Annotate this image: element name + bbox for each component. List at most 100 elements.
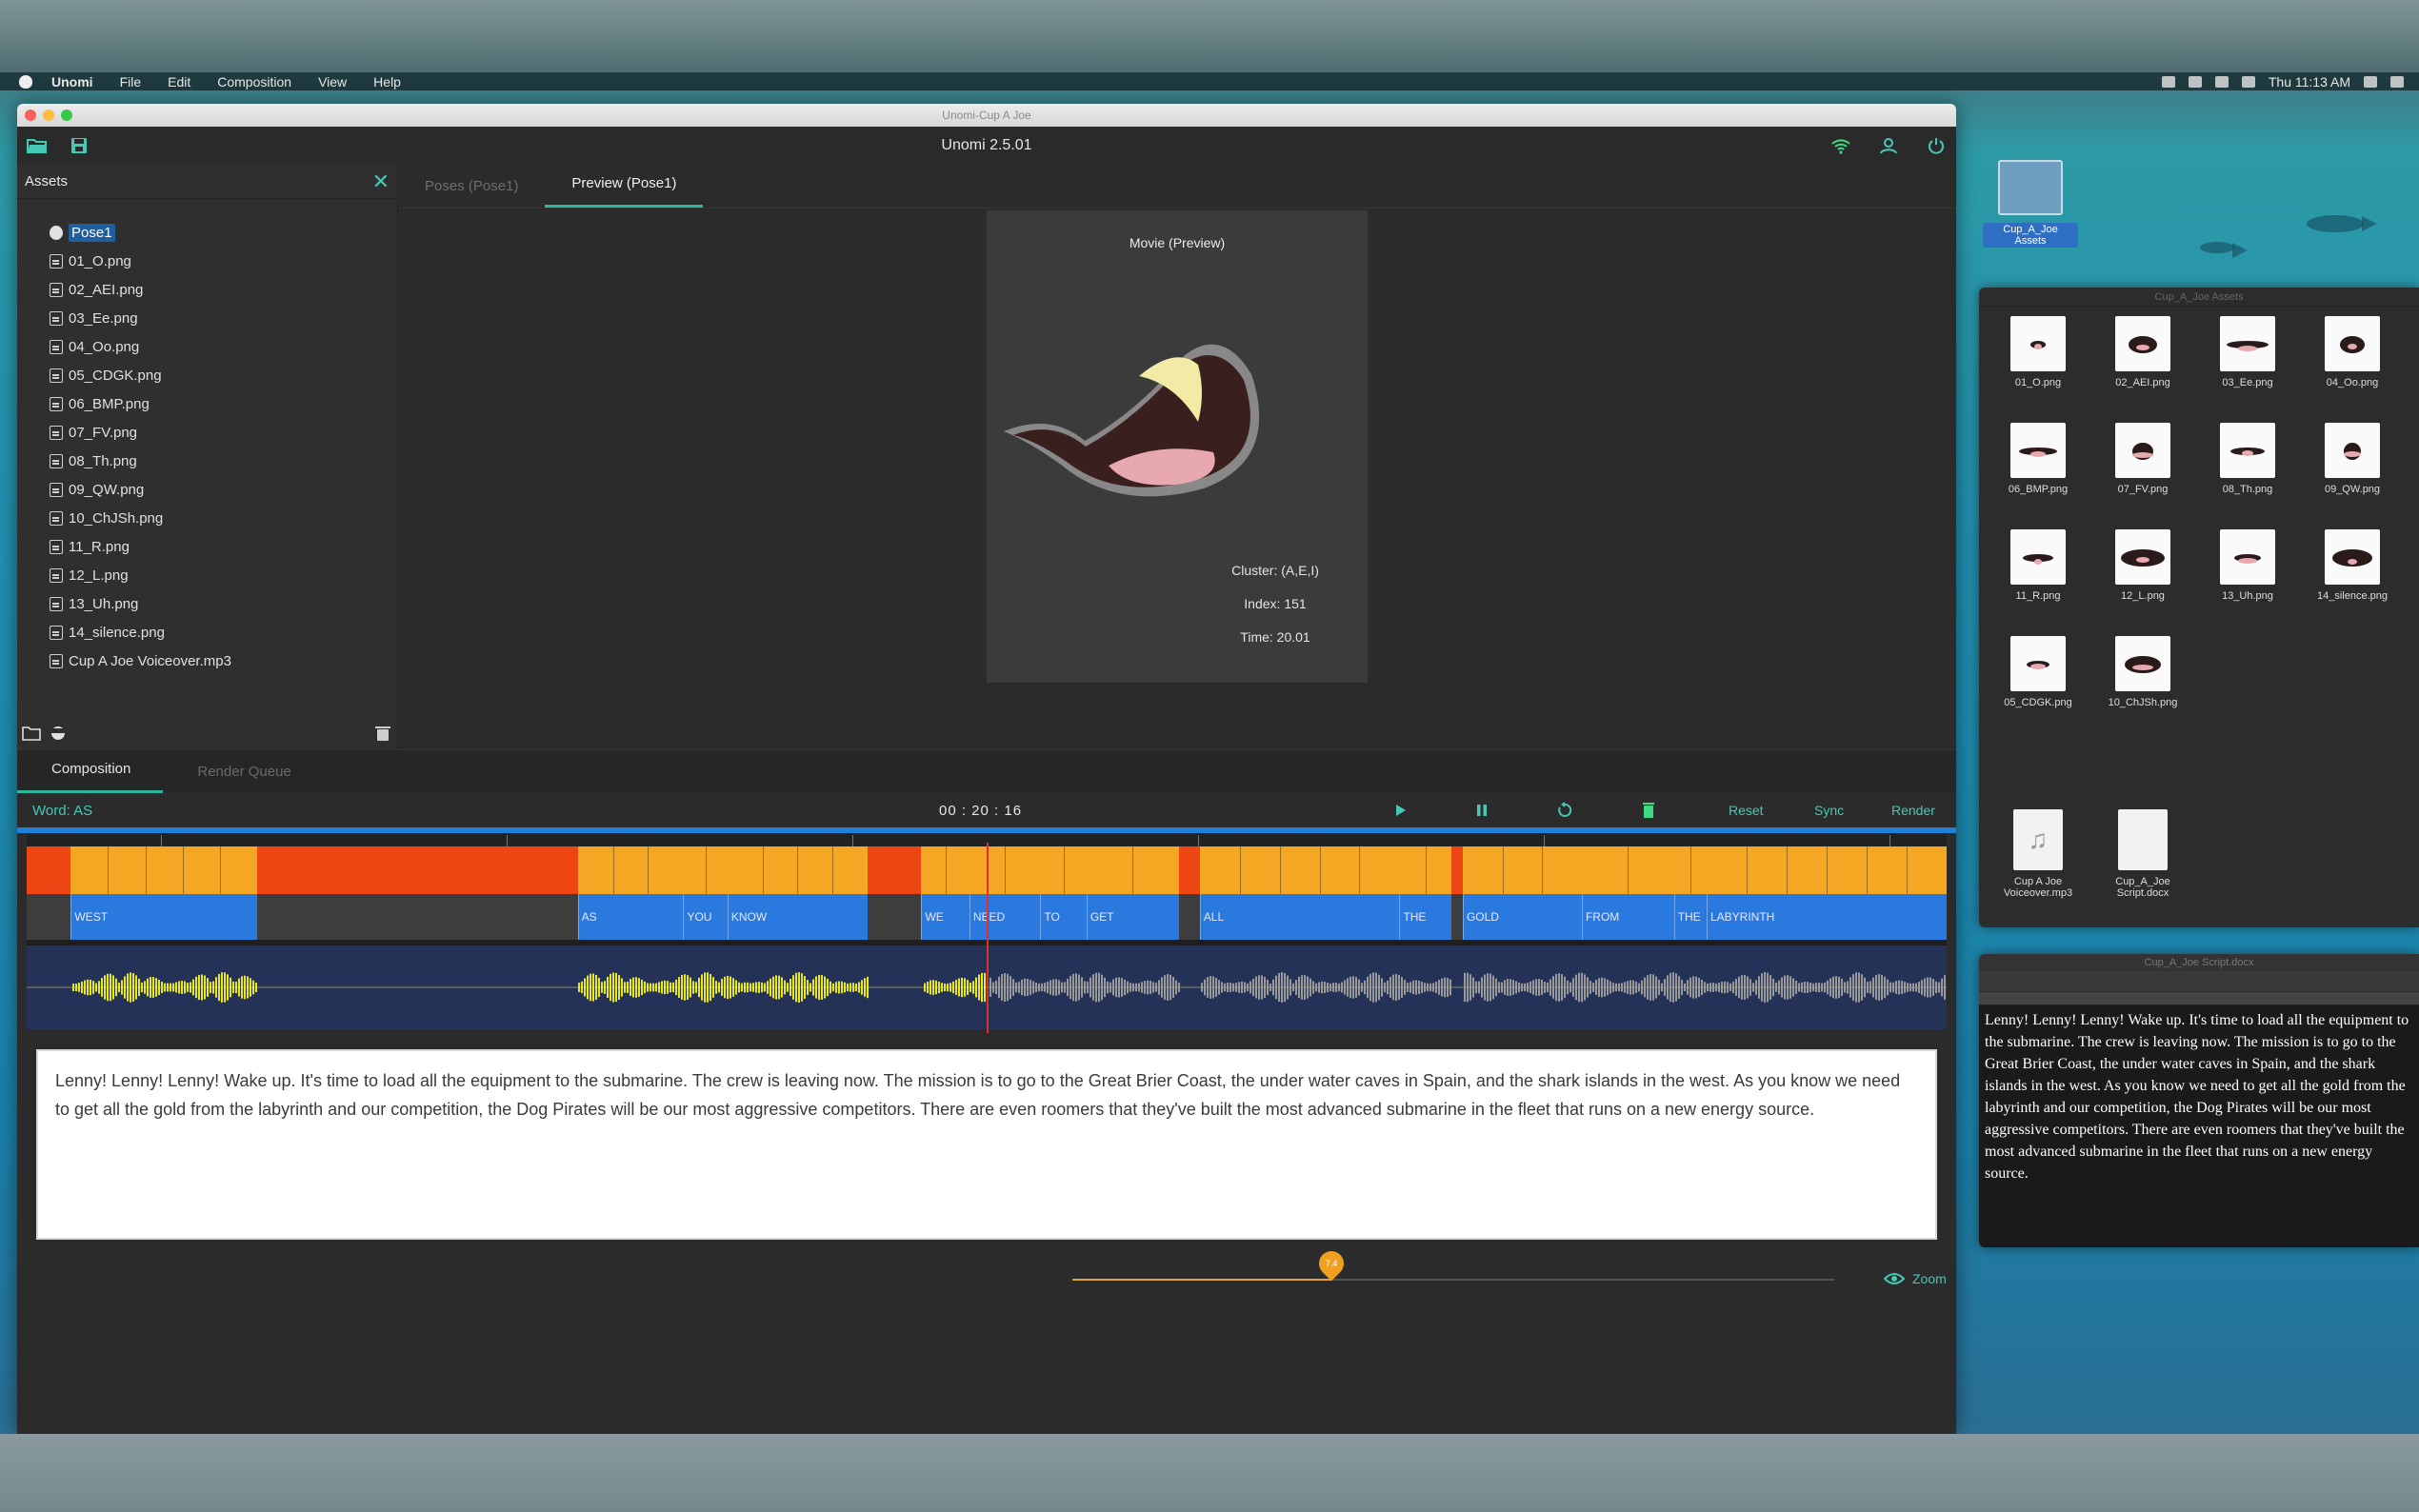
asset-item[interactable]: 03_Ee.png: [50, 304, 397, 332]
phoneme-block[interactable]: [1399, 846, 1451, 894]
desktop-folder-icon[interactable]: Cup_A_Joe Assets: [1983, 160, 2078, 249]
wifi-icon[interactable]: [1830, 137, 1851, 154]
phoneme-block[interactable]: [1040, 846, 1087, 894]
phoneme-block[interactable]: [70, 846, 257, 894]
finder-file-icon[interactable]: 11_R.png: [1990, 529, 2086, 602]
asset-item[interactable]: 01_O.png: [50, 247, 397, 275]
asset-item[interactable]: 02_AEI.png: [50, 275, 397, 304]
phoneme-block[interactable]: [577, 846, 684, 894]
phoneme-block[interactable]: [969, 846, 1041, 894]
open-folder-icon[interactable]: [27, 137, 48, 154]
finder-file-icon[interactable]: 04_Oo.png: [2305, 316, 2400, 388]
menu-help[interactable]: Help: [373, 74, 401, 90]
wifi-icon[interactable]: [2241, 75, 2255, 88]
asset-item[interactable]: 11_R.png: [50, 532, 397, 561]
asset-item[interactable]: 05_CDGK.png: [50, 361, 397, 389]
word-block[interactable]: YOU: [683, 894, 728, 940]
finder-file-icon[interactable]: 13_Uh.png: [2200, 529, 2295, 602]
save-icon[interactable]: [69, 137, 90, 154]
finder-file-icon[interactable]: 02_AEI.png: [2095, 316, 2190, 388]
apple-icon[interactable]: [19, 74, 32, 89]
document-body[interactable]: Lenny! Lenny! Lenny! Wake up. It's time …: [1979, 1005, 2419, 1247]
asset-item[interactable]: 13_Uh.png: [50, 589, 397, 618]
asset-item[interactable]: 04_Oo.png: [50, 332, 397, 361]
playhead[interactable]: [987, 843, 989, 1033]
phoneme-block[interactable]: [1581, 846, 1674, 894]
finder-file-icon[interactable]: 07_FV.png: [2095, 423, 2190, 495]
asset-item[interactable]: Pose1: [50, 218, 397, 247]
zoom-slider-handle[interactable]: 7.4: [1313, 1245, 1349, 1282]
phoneme-block[interactable]: [683, 846, 728, 894]
finder-file-icon[interactable]: 14_silence.png: [2305, 529, 2400, 602]
render-button[interactable]: Render: [1891, 803, 1935, 818]
tab-composition[interactable]: Composition: [17, 761, 164, 793]
asset-item[interactable]: 07_FV.png: [50, 418, 397, 447]
menu-file[interactable]: File: [120, 74, 142, 90]
power-icon[interactable]: [1926, 137, 1947, 154]
add-pose-icon[interactable]: [48, 725, 69, 742]
menu-app[interactable]: Unomi: [51, 74, 93, 90]
word-block[interactable]: WE: [921, 894, 970, 940]
phoneme-block[interactable]: [1086, 846, 1179, 894]
reset-button[interactable]: Reset: [1729, 803, 1764, 818]
phoneme-block[interactable]: [1199, 846, 1400, 894]
tab-preview[interactable]: Preview (Pose1): [545, 175, 704, 208]
asset-item[interactable]: 14_silence.png: [50, 618, 397, 647]
trash-icon[interactable]: [372, 725, 393, 742]
minimize-window-button[interactable]: [43, 109, 54, 121]
asset-item[interactable]: 09_QW.png: [50, 475, 397, 504]
close-icon[interactable]: ✕: [372, 169, 390, 194]
finder-file-icon[interactable]: 09_QW.png: [2305, 423, 2400, 495]
timeline[interactable]: WEST AS YOU KNOW WE NEED TO GET ALL THE GOLD FROM TH…: [27, 833, 1947, 1033]
finder-document-icon[interactable]: Cup_A_Joe Script.docx: [2095, 809, 2190, 899]
word-block[interactable]: THE: [1673, 894, 1707, 940]
script-text-editor[interactable]: Lenny! Lenny! Lenny! Wake up. It's time …: [36, 1049, 1937, 1240]
zoom-label[interactable]: Zoom: [1884, 1271, 1947, 1286]
zoom-window-button[interactable]: [61, 109, 72, 121]
word-block[interactable]: GOLD: [1462, 894, 1582, 940]
word-block[interactable]: FROM: [1581, 894, 1674, 940]
asset-item[interactable]: 08_Th.png: [50, 447, 397, 475]
finder-file-icon[interactable]: 12_L.png: [2095, 529, 2190, 602]
close-window-button[interactable]: [25, 109, 36, 121]
finder-file-icon[interactable]: 08_Th.png: [2200, 423, 2295, 495]
trash-icon[interactable]: [1642, 802, 1655, 819]
asset-item[interactable]: 12_L.png: [50, 561, 397, 589]
tab-poses[interactable]: Poses (Pose1): [398, 178, 545, 208]
asset-item[interactable]: 06_BMP.png: [50, 389, 397, 418]
word-block[interactable]: KNOW: [727, 894, 868, 940]
tab-render-queue[interactable]: Render Queue: [163, 764, 323, 793]
word-block[interactable]: WEST: [70, 894, 257, 940]
phoneme-block[interactable]: [1673, 846, 1707, 894]
word-block[interactable]: GET: [1086, 894, 1179, 940]
phoneme-block[interactable]: [1707, 846, 1947, 894]
word-block[interactable]: THE: [1399, 894, 1451, 940]
menu-edit[interactable]: Edit: [168, 74, 190, 90]
list-icon[interactable]: [2390, 75, 2404, 88]
finder-file-icon[interactable]: 06_BMP.png: [1990, 423, 2086, 495]
tray-icon[interactable]: [2161, 75, 2175, 88]
loop-icon[interactable]: [1556, 802, 1573, 819]
finder-document-icon[interactable]: ♫ Cup A Joe Voiceover.mp3: [1990, 809, 2086, 899]
word-block[interactable]: TO: [1040, 894, 1087, 940]
tray-icon[interactable]: [2214, 75, 2229, 88]
phoneme-block[interactable]: [727, 846, 868, 894]
menubar-clock[interactable]: Thu 11:13 AM: [2269, 74, 2350, 90]
add-folder-icon[interactable]: [21, 725, 42, 742]
play-icon[interactable]: [1392, 803, 1408, 818]
menu-composition[interactable]: Composition: [217, 74, 291, 90]
phoneme-block[interactable]: [1462, 846, 1582, 894]
asset-item[interactable]: 10_ChJSh.png: [50, 504, 397, 532]
tray-icon[interactable]: [2188, 75, 2202, 88]
search-icon[interactable]: [2364, 75, 2377, 88]
sync-button[interactable]: Sync: [1814, 803, 1844, 818]
word-block[interactable]: NEED: [969, 894, 1041, 940]
user-icon[interactable]: [1878, 137, 1899, 154]
finder-file-icon[interactable]: 03_Ee.png: [2200, 316, 2295, 388]
menu-view[interactable]: View: [318, 74, 347, 90]
finder-file-icon[interactable]: 05_CDGK.png: [1990, 636, 2086, 708]
word-block[interactable]: ALL: [1199, 894, 1400, 940]
phoneme-block[interactable]: [921, 846, 970, 894]
pause-icon[interactable]: [1474, 803, 1489, 818]
finder-file-icon[interactable]: 01_O.png: [1990, 316, 2086, 388]
